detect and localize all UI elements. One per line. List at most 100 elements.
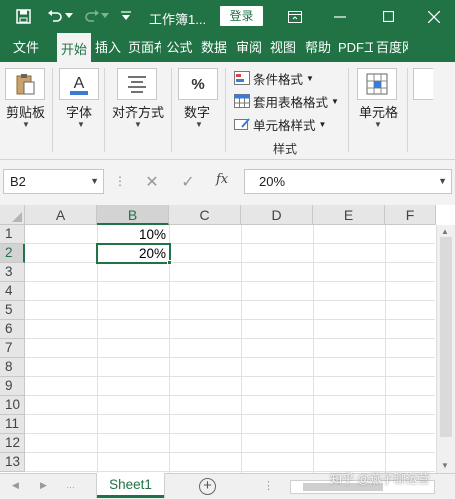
chevron-down-icon[interactable]: ▼	[90, 170, 99, 193]
gridline	[25, 300, 435, 301]
resize-handle-icon[interactable]: ⋮	[114, 174, 126, 188]
tab-view[interactable]: 视图	[268, 33, 298, 62]
undo-icon[interactable]	[46, 7, 64, 25]
font-dropdown-icon[interactable]: ▼	[77, 120, 85, 129]
conditional-format-icon	[234, 71, 250, 85]
row-header-13[interactable]: 13	[0, 453, 25, 472]
row-header-7[interactable]: 7	[0, 339, 25, 358]
svg-text:A: A	[74, 75, 85, 92]
gridline	[25, 338, 435, 339]
cells-dropdown-icon[interactable]: ▼	[374, 120, 382, 129]
resize-handle-icon[interactable]: ⋮	[263, 479, 274, 492]
gridline	[25, 319, 435, 320]
sheet-list-dots-icon[interactable]: …	[66, 480, 75, 490]
scroll-down-icon[interactable]: ▼	[441, 461, 449, 470]
formula-input[interactable]: 20% ▼	[244, 169, 452, 194]
add-sheet-icon[interactable]: +	[199, 478, 216, 495]
tab-page-layout[interactable]: 页面布	[128, 33, 161, 62]
tab-home[interactable]: 开始	[57, 33, 91, 62]
gridline	[25, 243, 435, 244]
ribbon-display-options-icon[interactable]	[275, 0, 315, 33]
row-header-11[interactable]: 11	[0, 415, 25, 434]
percent-icon: %	[191, 75, 205, 93]
row-header-2[interactable]: 2	[0, 244, 25, 263]
alignment-dropdown-icon[interactable]: ▼	[134, 120, 142, 129]
cells-label: 单元格	[359, 105, 399, 120]
styles-group-label: 样式	[273, 142, 298, 156]
previous-sheet-icon[interactable]: ◀	[12, 480, 19, 491]
group-cells: 单元格 ▼	[352, 62, 404, 160]
alignment-button[interactable]	[117, 68, 157, 100]
number-dropdown-icon[interactable]: ▼	[195, 120, 203, 129]
tab-formulas[interactable]: 公式	[164, 33, 195, 62]
row-header-5[interactable]: 5	[0, 301, 25, 320]
select-all-button[interactable]	[0, 205, 25, 225]
column-header-c[interactable]: C	[169, 205, 241, 225]
minimize-icon[interactable]	[320, 0, 360, 33]
next-sheet-icon[interactable]: ▶	[40, 480, 47, 491]
row-header-8[interactable]: 8	[0, 358, 25, 377]
insert-function-icon[interactable]: fx	[216, 172, 228, 187]
customize-toolbar-icon[interactable]	[117, 7, 135, 25]
tab-file[interactable]: 文件	[4, 33, 48, 62]
cell-styles-label: 单元格样式	[253, 118, 316, 133]
row-header-10[interactable]: 10	[0, 396, 25, 415]
column-header-f[interactable]: F	[385, 205, 436, 225]
redo-dropdown-icon[interactable]	[100, 7, 110, 25]
row-header-3[interactable]: 3	[0, 263, 25, 282]
vertical-scroll-thumb[interactable]	[440, 237, 452, 437]
confirm-entry-icon[interactable]: ✓	[178, 172, 198, 192]
worksheet-grid[interactable]: A B C D E F 1 2 3 4 5 6 7 8 9 10 11 12 1…	[0, 205, 455, 473]
conditional-format-button[interactable]: 条件格式 ▼	[234, 68, 314, 88]
tab-help[interactable]: 帮助	[303, 33, 333, 62]
tab-pdf-tools[interactable]: PDF工	[338, 33, 373, 62]
tab-insert[interactable]: 插入	[93, 33, 123, 62]
cell-styles-button[interactable]: 单元格样式 ▼	[234, 114, 326, 134]
name-box[interactable]: B2 ▼	[3, 169, 104, 194]
chevron-down-icon: ▼	[306, 73, 314, 83]
clipboard-label: 剪贴板	[6, 105, 46, 120]
clipboard-dropdown-icon[interactable]: ▼	[22, 120, 30, 129]
undo-dropdown-icon[interactable]	[64, 7, 74, 25]
close-icon[interactable]	[414, 0, 454, 33]
tab-data[interactable]: 数据	[199, 33, 229, 62]
row-header-4[interactable]: 4	[0, 282, 25, 301]
row-header-6[interactable]: 6	[0, 320, 25, 339]
more-commands-button[interactable]	[413, 68, 433, 100]
column-header-e[interactable]: E	[313, 205, 385, 225]
cell-b1[interactable]: 10%	[97, 225, 169, 244]
conditional-format-label: 条件格式	[253, 72, 304, 87]
column-header-a[interactable]: A	[25, 205, 97, 225]
cancel-entry-icon[interactable]: ✕	[142, 172, 162, 192]
tab-baidu-netdisk[interactable]: 百度网	[376, 33, 408, 62]
redo-icon[interactable]	[83, 7, 101, 25]
login-button[interactable]: 登录	[220, 6, 263, 26]
row-header-1[interactable]: 1	[0, 225, 25, 244]
number-format-button[interactable]: %	[178, 68, 218, 100]
cells-button[interactable]	[357, 68, 397, 100]
sheet-tab-sheet1[interactable]: Sheet1	[97, 473, 164, 498]
format-as-table-button[interactable]: 套用表格格式 ▼	[234, 91, 339, 111]
gridline	[25, 452, 435, 453]
gridline	[25, 281, 435, 282]
clipboard-button[interactable]	[5, 68, 45, 100]
column-header-b[interactable]: B	[97, 205, 169, 225]
row-header-9[interactable]: 9	[0, 377, 25, 396]
fill-handle[interactable]	[167, 260, 172, 265]
vertical-scrollbar[interactable]: ▲ ▼	[436, 225, 455, 473]
row-header-12[interactable]: 12	[0, 434, 25, 453]
save-icon[interactable]	[14, 7, 32, 25]
gridline	[25, 262, 435, 263]
font-button[interactable]: A	[59, 68, 99, 100]
maximize-icon[interactable]	[368, 0, 408, 33]
column-header-d[interactable]: D	[241, 205, 313, 225]
scroll-up-icon[interactable]: ▲	[441, 227, 449, 236]
gridline	[25, 376, 435, 377]
number-label: 数字	[184, 105, 211, 120]
ribbon-tabs: 文件 开始 插入 页面布 公式 数据 审阅 视图 帮助 PDF工 百度网	[0, 33, 455, 90]
tab-review[interactable]: 审阅	[234, 33, 264, 62]
expand-formula-bar-icon[interactable]: ▼	[438, 170, 447, 193]
window-title: 工作簿1...	[149, 12, 207, 27]
formula-bar: B2 ▼ ⋮ ✕ ✓ fx 20% ▼	[0, 160, 455, 205]
gridline	[25, 414, 435, 415]
